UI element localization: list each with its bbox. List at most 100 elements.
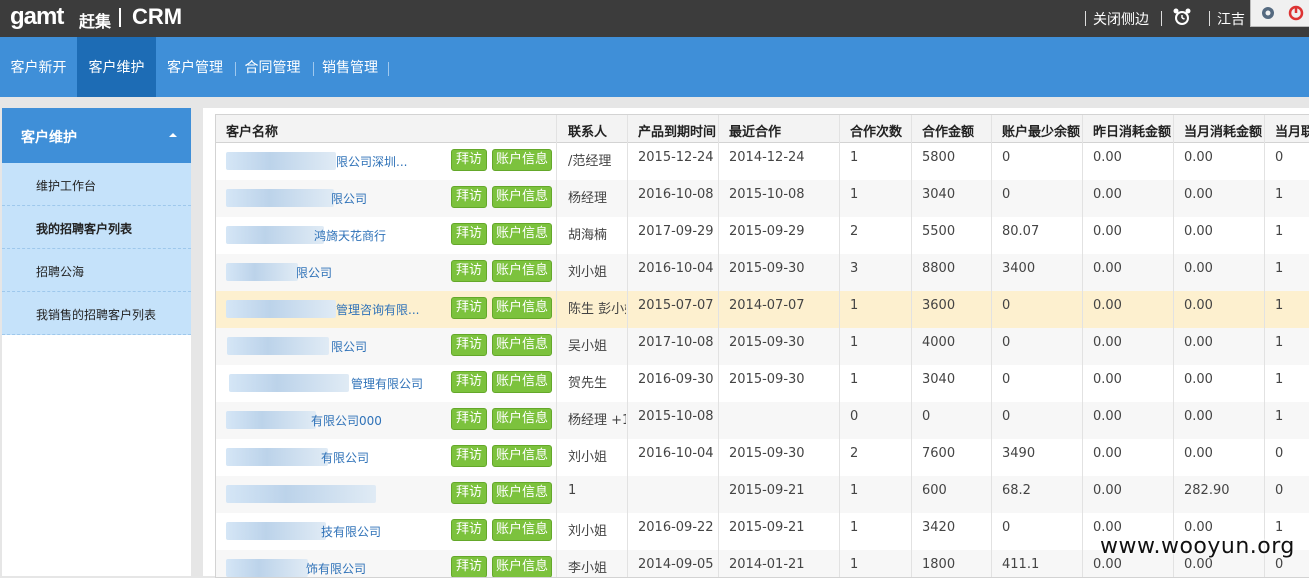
account-info-button[interactable]: 账户信息 [492, 482, 552, 504]
cell-yesterday-spend: 0.00 [1093, 520, 1122, 535]
table-row[interactable]: 有限公司 拜访 账户信息 刘小姐 2016-10-04 2015-09-30 2 7600 34… [216, 439, 1309, 477]
cell-coop-times: 0 [850, 409, 859, 424]
visit-button[interactable]: 拜访 [451, 371, 487, 393]
cell-month-contact: 1 [1275, 187, 1284, 202]
nav-sales-management[interactable]: 销售管理 [318, 37, 382, 97]
account-info-button[interactable]: 账户信息 [492, 371, 552, 393]
gear-icon[interactable] [1259, 4, 1277, 22]
cell-recent-coop: 2015-10-08 [729, 187, 805, 202]
nav-customer-management[interactable]: 客户管理 [160, 37, 230, 97]
account-info-button[interactable]: 账户信息 [492, 186, 552, 208]
nav-new-customer[interactable]: 客户新开 [0, 37, 77, 97]
table-row[interactable]: 限公司深圳... 拜访 账户信息/范经理 2015-12-24 2014-12-24 1 5… [216, 143, 1309, 181]
main-nav: 客户新开 客户维护 客户管理 合同管理 销售管理 [0, 37, 1309, 97]
customer-name-link[interactable]: 技有限公司 [321, 523, 450, 540]
cell-month-contact: 0 [1275, 150, 1284, 165]
sidebar-header[interactable]: 客户维护 [2, 108, 191, 163]
brand-logo[interactable]: gamt [10, 3, 64, 31]
cell-coop-times: 1 [850, 372, 859, 387]
customer-name-link[interactable]: 有限公司 [321, 449, 450, 466]
visit-button[interactable]: 拜访 [451, 519, 487, 541]
cell-expire-date: 2015-10-08 [638, 409, 714, 424]
col-contact[interactable]: 联系人 [568, 121, 607, 140]
visit-button[interactable]: 拜访 [451, 186, 487, 208]
power-icon[interactable] [1287, 4, 1305, 22]
col-coop-times[interactable]: 合作次数 [850, 121, 902, 140]
customer-name-link[interactable]: 管理咨询有限... [336, 301, 450, 318]
table-row[interactable]: 限公司 拜访 账户信息 杨经理 2016-10-08 2015-10-08 1 3040 0 0.… [216, 180, 1309, 218]
sidebar-item-my-customers[interactable]: 我的招聘客户列表 [2, 206, 191, 249]
sidebar-item-public-pool[interactable]: 招聘公海 [2, 249, 191, 292]
cell-contact: 李小姐 [568, 561, 608, 576]
visit-button[interactable]: 拜访 [451, 260, 487, 282]
customer-name-link[interactable]: 限公司 [331, 190, 450, 207]
customer-name-link[interactable]: 限公司 [331, 338, 450, 355]
cell-month-spend: 0.00 [1184, 261, 1213, 276]
account-info-button[interactable]: 账户信息 [492, 149, 552, 171]
col-customer-name[interactable]: 客户名称 [226, 121, 278, 140]
cell-recent-coop: 2015-09-21 [729, 520, 805, 535]
cell-expire-date: 2016-10-04 [638, 261, 714, 276]
cell-yesterday-spend: 0.00 [1093, 298, 1122, 313]
cell-yesterday-spend: 0.00 [1093, 557, 1122, 572]
account-info-button[interactable]: 账户信息 [492, 445, 552, 467]
customer-name-link[interactable]: 限公司 [296, 264, 450, 281]
cell-contact: 贺先生 [568, 376, 608, 391]
redacted-name-blur [226, 226, 324, 244]
account-info-button[interactable]: 账户信息 [492, 223, 552, 245]
top-bar: gamt 赶集 CRM 关闭侧边 江吉 [0, 0, 1309, 37]
account-info-button[interactable]: 账户信息 [492, 519, 552, 541]
col-month-spend[interactable]: 当月消耗金额 [1184, 121, 1262, 140]
visit-button[interactable]: 拜访 [451, 297, 487, 319]
visit-button[interactable]: 拜访 [451, 149, 487, 171]
col-coop-amount[interactable]: 合作金额 [922, 121, 974, 140]
table-row[interactable]: 管理有限公司 拜访 账户信息 贺先生 2016-09-30 2015-09-30 1 3040… [216, 365, 1309, 403]
close-sidebar-link[interactable]: 关闭侧边 [1093, 9, 1149, 29]
cell-month-contact: 1 [1275, 298, 1284, 313]
table-row[interactable]: 限公司 拜访 账户信息 吴小姐 2017-10-08 2015-09-30 1 4000 0 0.… [216, 328, 1309, 366]
account-info-button[interactable]: 账户信息 [492, 408, 552, 430]
cell-month-contact: 1 [1275, 224, 1284, 239]
account-info-button[interactable]: 账户信息 [492, 334, 552, 356]
cell-recent-coop: 2015-09-30 [729, 372, 805, 387]
visit-button[interactable]: 拜访 [451, 445, 487, 467]
sidebar-item-workbench[interactable]: 维护工作台 [2, 163, 191, 206]
table-row[interactable]: 鸿旖天花商行 拜访 账户信息 胡海楠 2017-09-29 2015-09-29 2 5500… [216, 217, 1309, 255]
redacted-name-blur [226, 152, 336, 170]
visit-button[interactable]: 拜访 [451, 482, 487, 504]
visit-button[interactable]: 拜访 [451, 334, 487, 356]
sidebar-item-my-sold-customers[interactable]: 我销售的招聘客户列表 [2, 292, 191, 335]
cell-coop-times: 2 [850, 446, 859, 461]
customer-name-link[interactable]: 鸿旖天花商行 [314, 227, 450, 244]
cell-month-spend: 0.00 [1184, 187, 1213, 202]
user-name[interactable]: 江吉 [1217, 9, 1245, 29]
col-yesterday-spend[interactable]: 昨日消耗金额 [1093, 121, 1171, 140]
account-info-button[interactable]: 账户信息 [492, 260, 552, 282]
col-min-balance[interactable]: 账户最少余额 [1002, 121, 1080, 140]
table-row[interactable]: 拜访 账户信息 1 2015-09-21 1 600 68.2 0.00 282.90 0 [216, 476, 1309, 514]
account-info-button[interactable]: 账户信息 [492, 556, 552, 577]
visit-button[interactable]: 拜访 [451, 408, 487, 430]
customer-name-link[interactable]: 饰有限公司 [306, 560, 450, 577]
table-row[interactable]: 限公司 拜访 账户信息 刘小姐 2016-10-04 2015-09-30 3 8800 340… [216, 254, 1309, 292]
col-recent-coop[interactable]: 最近合作 [729, 121, 781, 140]
visit-button[interactable]: 拜访 [451, 223, 487, 245]
alarm-clock-icon[interactable] [1172, 7, 1192, 27]
customer-name-link[interactable]: 限公司深圳... [336, 153, 450, 170]
cell-contact: 陈生 彭小姐 [568, 302, 626, 317]
nav-contract-management[interactable]: 合同管理 [240, 37, 305, 97]
nav-customer-maintenance[interactable]: 客户维护 [77, 37, 156, 97]
table-row[interactable]: 有限公司000拜访账户信息 杨经理 +18 2015-10-08 0 0 0 0.00 0.0… [216, 402, 1309, 440]
table-row[interactable]: 管理咨询有限...拜访账户信息 陈生 彭小姐 2015-07-07 2014-07-0… [216, 291, 1309, 329]
col-month-contact[interactable]: 当月联 [1275, 121, 1309, 140]
account-info-button[interactable]: 账户信息 [492, 297, 552, 319]
cell-expire-date: 2017-10-08 [638, 335, 714, 350]
redacted-name-blur [226, 189, 334, 207]
cell-yesterday-spend: 0.00 [1093, 150, 1122, 165]
customer-name-link[interactable]: 管理有限公司 [351, 375, 450, 392]
customer-name-link[interactable]: 有限公司000 [311, 412, 450, 429]
col-expire-date[interactable]: 产品到期时间 [638, 121, 716, 140]
cell-expire-date: 2015-12-24 [638, 150, 714, 165]
visit-button[interactable]: 拜访 [451, 556, 487, 577]
cell-month-contact: 1 [1275, 520, 1284, 535]
